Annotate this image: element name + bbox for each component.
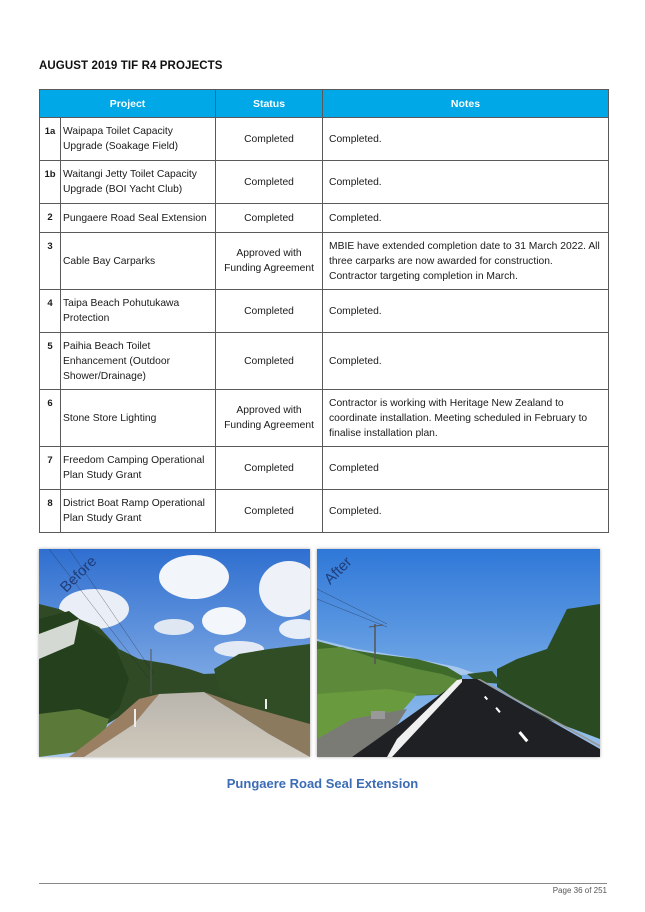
table-row: 2 Pungaere Road Seal Extension Completed… xyxy=(39,203,610,233)
project-status: Completed xyxy=(215,289,324,333)
row-number: 7 xyxy=(39,446,61,490)
row-number: 2 xyxy=(39,203,61,233)
table-row: 7 Freedom Camping Operational Plan Study… xyxy=(39,446,610,490)
row-number: 6 xyxy=(39,389,61,447)
table-row: 1a Waipapa Toilet Capacity Upgrade (Soak… xyxy=(39,117,610,161)
table-header-row: Project Status Notes xyxy=(38,89,610,118)
footer-divider xyxy=(39,883,607,884)
column-header-status: Status xyxy=(215,89,324,118)
table-row: 1b Waitangi Jetty Toilet Capacity Upgrad… xyxy=(39,160,610,204)
column-header-project: Project xyxy=(38,89,217,118)
row-number: 5 xyxy=(39,332,61,390)
row-number: 4 xyxy=(39,289,61,333)
row-number: 3 xyxy=(39,232,61,290)
project-status: Approved with Funding Agreement xyxy=(215,232,324,290)
project-notes: Completed. xyxy=(322,117,610,161)
project-name: Pungaere Road Seal Extension xyxy=(59,203,217,233)
project-name: Taipa Beach Pohutukawa Protection xyxy=(59,289,217,333)
project-notes: Completed. xyxy=(322,289,610,333)
project-name: Stone Store Lighting xyxy=(59,389,217,447)
row-number: 1b xyxy=(39,160,61,204)
row-number: 1a xyxy=(39,117,61,161)
project-notes: Completed. xyxy=(322,332,610,390)
projects-table: Project Status Notes 1a Waipapa Toilet C… xyxy=(38,89,610,533)
table-row: 5 Paihia Beach Toilet Enhancement (Outdo… xyxy=(39,332,610,390)
project-notes: Contractor is working with Heritage New … xyxy=(322,389,610,447)
project-status: Completed xyxy=(215,489,324,533)
before-photo: Before xyxy=(39,549,310,757)
project-status: Completed xyxy=(215,446,324,490)
project-name: Freedom Camping Operational Plan Study G… xyxy=(59,446,217,490)
project-status: Approved with Funding Agreement xyxy=(215,389,324,447)
column-header-notes: Notes xyxy=(322,89,610,118)
project-name: Waipapa Toilet Capacity Upgrade (Soakage… xyxy=(59,117,217,161)
table-row: 3 Cable Bay Carparks Approved with Fundi… xyxy=(39,232,610,290)
project-notes: Completed xyxy=(322,446,610,490)
page-number: Page 36 of 251 xyxy=(552,886,607,895)
table-row: 8 District Boat Ramp Operational Plan St… xyxy=(39,489,610,533)
project-notes: Completed. xyxy=(322,489,610,533)
project-status: Completed xyxy=(215,117,324,161)
project-name: Cable Bay Carparks xyxy=(59,232,217,290)
project-status: Completed xyxy=(215,203,324,233)
project-notes: MBIE have extended completion date to 31… xyxy=(322,232,610,290)
page-heading: AUGUST 2019 TIF R4 PROJECTS xyxy=(39,60,223,72)
project-notes: Completed. xyxy=(322,160,610,204)
project-name: District Boat Ramp Operational Plan Stud… xyxy=(59,489,217,533)
sealed-road-image xyxy=(317,549,600,757)
project-name: Paihia Beach Toilet Enhancement (Outdoor… xyxy=(59,332,217,390)
project-name: Waitangi Jetty Toilet Capacity Upgrade (… xyxy=(59,160,217,204)
table-row: 4 Taipa Beach Pohutukawa Protection Comp… xyxy=(39,289,610,333)
photo-caption: Pungaere Road Seal Extension xyxy=(226,776,419,791)
project-status: Completed xyxy=(215,332,324,390)
row-number: 8 xyxy=(39,489,61,533)
after-photo: After xyxy=(317,549,600,757)
table-row: 6 Stone Store Lighting Approved with Fun… xyxy=(39,389,610,447)
project-status: Completed xyxy=(215,160,324,204)
project-notes: Completed. xyxy=(322,203,610,233)
